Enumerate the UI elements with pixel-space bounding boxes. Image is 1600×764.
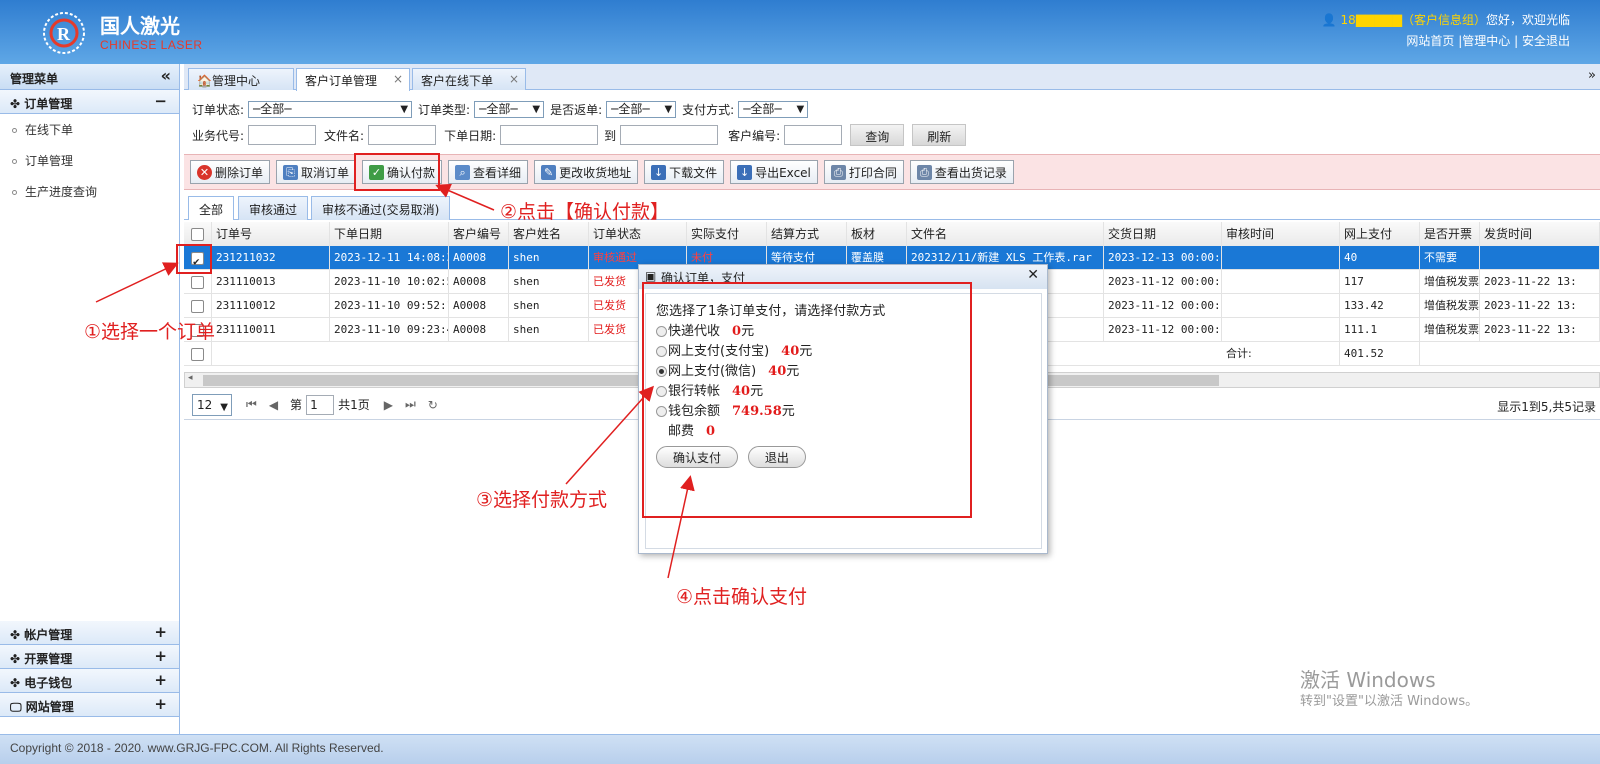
annotation-step4: ④点击确认支付 bbox=[676, 586, 808, 608]
arrow-step4 bbox=[667, 475, 695, 579]
page-footer: Copyright © 2018 - 2020. www.GRJG-FPC.CO… bbox=[0, 734, 1600, 764]
annotation-step2: ②点击【确认付款】 bbox=[500, 201, 670, 223]
activation-watermark-sub: 转到"设置"以激活 Windows。 bbox=[1300, 694, 1479, 709]
annotation-arrows bbox=[95, 183, 695, 579]
arrow-step2 bbox=[435, 183, 495, 211]
arrow-step1 bbox=[95, 262, 179, 303]
annotation-step3: ③选择付款方式 bbox=[476, 489, 608, 511]
activation-watermark-title: 激活 Windows bbox=[1300, 668, 1436, 692]
arrow-step3 bbox=[565, 385, 655, 485]
annotation-step1: ①选择一个订单 bbox=[84, 321, 216, 343]
